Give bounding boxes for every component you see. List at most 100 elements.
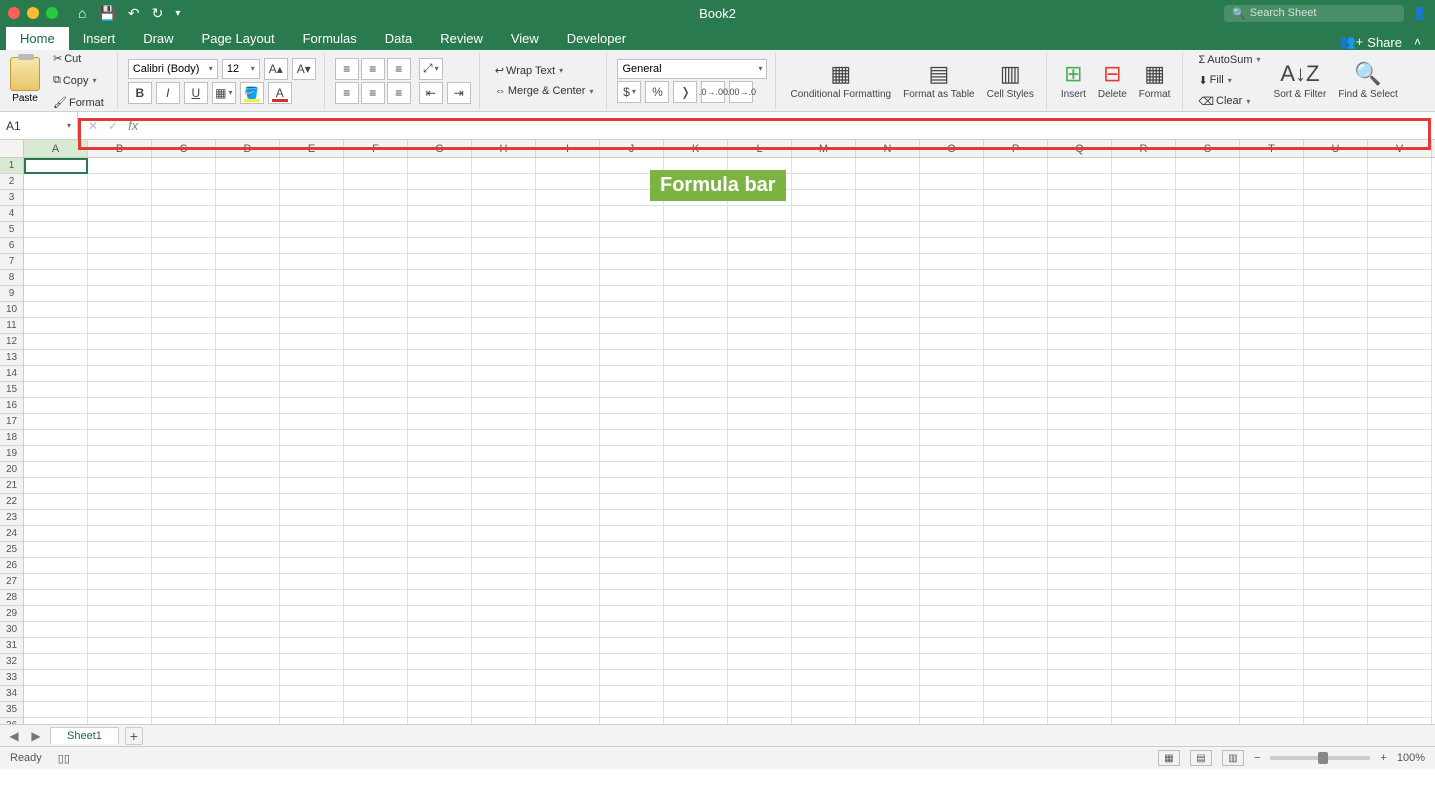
cell[interactable]: [1304, 702, 1368, 718]
cell[interactable]: [792, 526, 856, 542]
cell[interactable]: [344, 462, 408, 478]
row-header[interactable]: 20: [0, 462, 23, 478]
row-header[interactable]: 35: [0, 702, 23, 718]
cell[interactable]: [152, 190, 216, 206]
cell[interactable]: [1048, 414, 1112, 430]
cell[interactable]: [216, 446, 280, 462]
cell[interactable]: [1240, 238, 1304, 254]
cell[interactable]: [1304, 206, 1368, 222]
cell[interactable]: [88, 574, 152, 590]
cell[interactable]: [664, 254, 728, 270]
cell[interactable]: [152, 446, 216, 462]
cell[interactable]: [24, 462, 88, 478]
cell[interactable]: [792, 222, 856, 238]
cell[interactable]: [856, 446, 920, 462]
cell[interactable]: [216, 334, 280, 350]
cell[interactable]: [1048, 542, 1112, 558]
cell[interactable]: [792, 638, 856, 654]
cell[interactable]: [1240, 686, 1304, 702]
cell[interactable]: [856, 254, 920, 270]
cell[interactable]: [152, 510, 216, 526]
cell[interactable]: [344, 526, 408, 542]
column-header[interactable]: B: [88, 140, 152, 157]
cell[interactable]: [1048, 174, 1112, 190]
row-header[interactable]: 23: [0, 510, 23, 526]
cell[interactable]: [664, 318, 728, 334]
cell[interactable]: [24, 654, 88, 670]
conditional-formatting-button[interactable]: ▦Conditional Formatting: [786, 59, 895, 102]
cell[interactable]: [856, 478, 920, 494]
cell[interactable]: [344, 190, 408, 206]
cell[interactable]: [1048, 270, 1112, 286]
cell[interactable]: [152, 350, 216, 366]
cell[interactable]: [728, 478, 792, 494]
cell[interactable]: [280, 446, 344, 462]
decrease-font-button[interactable]: A▾: [292, 58, 316, 80]
cell[interactable]: [472, 254, 536, 270]
cell[interactable]: [472, 478, 536, 494]
cell[interactable]: [88, 430, 152, 446]
column-header[interactable]: P: [984, 140, 1048, 157]
cell[interactable]: [1048, 286, 1112, 302]
cell[interactable]: [216, 590, 280, 606]
cell[interactable]: [1112, 302, 1176, 318]
cell[interactable]: [280, 638, 344, 654]
cell[interactable]: [1176, 494, 1240, 510]
cell[interactable]: [472, 222, 536, 238]
cell[interactable]: [856, 622, 920, 638]
cell[interactable]: [472, 286, 536, 302]
cell[interactable]: [856, 222, 920, 238]
cell[interactable]: [792, 382, 856, 398]
cell[interactable]: [920, 302, 984, 318]
cell[interactable]: [600, 558, 664, 574]
cell[interactable]: [344, 686, 408, 702]
cell[interactable]: [664, 366, 728, 382]
cell[interactable]: [472, 430, 536, 446]
cell[interactable]: [216, 398, 280, 414]
row-header[interactable]: 7: [0, 254, 23, 270]
cell[interactable]: [920, 270, 984, 286]
cell[interactable]: [472, 270, 536, 286]
cell[interactable]: [88, 190, 152, 206]
cell[interactable]: [344, 494, 408, 510]
cell[interactable]: [1112, 222, 1176, 238]
cell[interactable]: [24, 590, 88, 606]
cell[interactable]: [664, 206, 728, 222]
cell[interactable]: [408, 270, 472, 286]
cell[interactable]: [216, 382, 280, 398]
cell[interactable]: [856, 206, 920, 222]
cell[interactable]: [984, 318, 1048, 334]
merge-center-button[interactable]: ⇔Merge & Center▾: [490, 82, 599, 100]
cell[interactable]: [728, 270, 792, 286]
cell[interactable]: [600, 574, 664, 590]
cell[interactable]: [792, 398, 856, 414]
cell[interactable]: [984, 206, 1048, 222]
cell[interactable]: [152, 574, 216, 590]
cell[interactable]: [1112, 670, 1176, 686]
cell[interactable]: [792, 494, 856, 510]
cell[interactable]: [408, 670, 472, 686]
cell[interactable]: [24, 302, 88, 318]
column-header[interactable]: M: [792, 140, 856, 157]
cell[interactable]: [1112, 318, 1176, 334]
cell[interactable]: [472, 318, 536, 334]
cell[interactable]: [600, 270, 664, 286]
cell[interactable]: [152, 718, 216, 724]
normal-view-button[interactable]: ▦: [1158, 750, 1180, 766]
cell[interactable]: [1176, 702, 1240, 718]
cell[interactable]: [536, 446, 600, 462]
cell[interactable]: [1048, 702, 1112, 718]
cell[interactable]: [280, 366, 344, 382]
cell[interactable]: [1176, 222, 1240, 238]
row-header[interactable]: 16: [0, 398, 23, 414]
cell[interactable]: [920, 638, 984, 654]
cell[interactable]: [536, 542, 600, 558]
row-header[interactable]: 14: [0, 366, 23, 382]
cell[interactable]: [792, 622, 856, 638]
cell[interactable]: [88, 270, 152, 286]
cell[interactable]: [1368, 334, 1432, 350]
cell[interactable]: [536, 366, 600, 382]
cell[interactable]: [1368, 174, 1432, 190]
cell[interactable]: [344, 238, 408, 254]
cell[interactable]: [344, 254, 408, 270]
